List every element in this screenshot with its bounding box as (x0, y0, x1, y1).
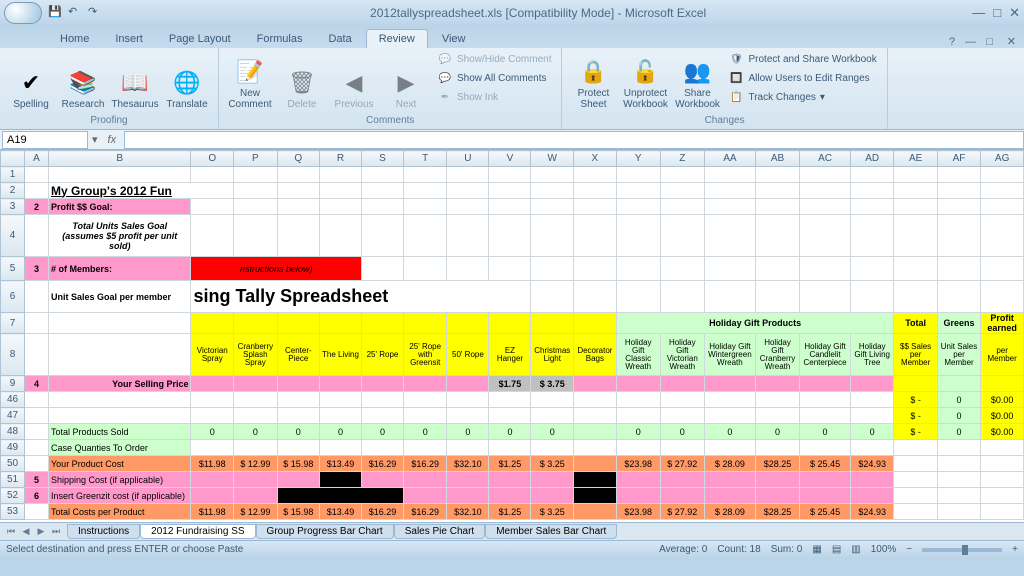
office-button[interactable] (4, 2, 42, 24)
sheet-tab-fundraising[interactable]: 2012 Fundraising SS (140, 524, 255, 539)
view-pagebreak-icon[interactable]: ▥ (851, 544, 860, 555)
spreadsheet-grid[interactable]: ABOPQRSTUVWXYZAAABACADAEAFAG12My Group's… (0, 150, 1024, 522)
shield-icon: 🛡 (728, 51, 744, 67)
status-average: Average: 0 (659, 544, 707, 555)
ink-icon: ✒ (437, 89, 453, 105)
group-label-proofing: Proofing (6, 114, 212, 127)
share-workbook-button[interactable]: 👥Share Workbook (672, 50, 722, 112)
group-label-changes: Changes (568, 114, 880, 127)
protect-share-button[interactable]: 🛡Protect and Share Workbook (724, 50, 880, 68)
ranges-icon: 🔲 (728, 70, 744, 86)
prev-sheet-button[interactable]: ◀ (19, 526, 33, 537)
ribbon-minimize-icon[interactable]: — (961, 36, 980, 48)
spelling-button[interactable]: ✔Spelling (6, 50, 56, 112)
research-button[interactable]: 📚Research (58, 50, 108, 112)
track-icon: 📋 (728, 89, 744, 105)
ribbon-tabs: Home Insert Page Layout Formulas Data Re… (0, 26, 1024, 48)
sheet-tab-group-progress[interactable]: Group Progress Bar Chart (256, 524, 394, 539)
next-sheet-button[interactable]: ▶ (34, 526, 48, 537)
group-label-comments: Comments (225, 114, 555, 127)
last-sheet-button[interactable]: ⏭ (49, 526, 63, 537)
show-all-comments-button[interactable]: 💬Show All Comments (433, 69, 555, 87)
tab-data[interactable]: Data (316, 30, 363, 48)
view-normal-icon[interactable]: ▦ (812, 544, 821, 555)
research-icon: 📚 (67, 67, 99, 99)
tab-page-layout[interactable]: Page Layout (157, 30, 243, 48)
sheet-tab-instructions[interactable]: Instructions (67, 524, 140, 539)
delete-comment-button[interactable]: 🗑Delete (277, 50, 327, 112)
allow-edit-ranges-button[interactable]: 🔲Allow Users to Edit Ranges (724, 69, 880, 87)
maximize-button[interactable]: □ (993, 5, 1001, 21)
sheet-tab-sales-pie[interactable]: Sales Pie Chart (394, 524, 485, 539)
status-sum: Sum: 0 (771, 544, 803, 555)
window-title: 2012tallyspreadsheet.xls [Compatibility … (104, 6, 972, 20)
translate-button[interactable]: 🌐Translate (162, 50, 212, 112)
translate-icon: 🌐 (171, 67, 203, 99)
tab-home[interactable]: Home (48, 30, 101, 48)
previous-icon: ◀ (338, 67, 370, 99)
name-box[interactable]: A19 (2, 131, 88, 149)
protect-sheet-icon: 🔒 (577, 56, 609, 88)
comment-icon: 💬 (437, 51, 453, 67)
show-ink-button[interactable]: ✒Show Ink (433, 88, 555, 106)
sheet-tab-bar: ⏮ ◀ ▶ ⏭ Instructions 2012 Fundraising SS… (0, 522, 1024, 540)
zoom-level[interactable]: 100% (871, 544, 897, 555)
tab-review[interactable]: Review (366, 29, 428, 48)
showhide-comment-button[interactable]: 💬Show/Hide Comment (433, 50, 555, 68)
new-comment-icon: 📝 (234, 56, 266, 88)
comments-icon: 💬 (437, 70, 453, 86)
unprotect-icon: 🔓 (629, 56, 661, 88)
tab-formulas[interactable]: Formulas (245, 30, 315, 48)
zoom-out-button[interactable]: − (906, 544, 912, 555)
formula-bar: A19 ▾ fx (0, 130, 1024, 150)
share-icon: 👥 (681, 56, 713, 88)
status-bar: Select destination and press ENTER or ch… (0, 540, 1024, 558)
sheet-tab-member-sales[interactable]: Member Sales Bar Chart (485, 524, 617, 539)
next-comment-button[interactable]: ▶Next (381, 50, 431, 112)
tab-view[interactable]: View (430, 30, 478, 48)
redo-icon[interactable]: ↷ (88, 5, 104, 21)
next-icon: ▶ (390, 67, 422, 99)
ribbon: ✔Spelling 📚Research 📖Thesaurus 🌐Translat… (0, 48, 1024, 130)
undo-icon[interactable]: ↶ (68, 5, 84, 21)
thesaurus-icon: 📖 (119, 67, 151, 99)
zoom-slider[interactable] (922, 548, 1002, 552)
delete-icon: 🗑 (286, 67, 318, 99)
view-layout-icon[interactable]: ▤ (832, 544, 841, 555)
namebox-dropdown-icon[interactable]: ▾ (90, 133, 100, 146)
first-sheet-button[interactable]: ⏮ (4, 526, 18, 537)
formula-input[interactable] (124, 131, 1024, 149)
fx-icon[interactable]: fx (100, 134, 125, 146)
close-button[interactable]: ✕ (1009, 5, 1020, 21)
spelling-icon: ✔ (15, 67, 47, 99)
previous-comment-button[interactable]: ◀Previous (329, 50, 379, 112)
save-icon[interactable]: 💾 (48, 5, 64, 21)
minimize-button[interactable]: — (972, 5, 985, 21)
track-changes-button[interactable]: 📋Track Changes ▾ (724, 88, 880, 106)
protect-sheet-button[interactable]: 🔒Protect Sheet (568, 50, 618, 112)
thesaurus-button[interactable]: 📖Thesaurus (110, 50, 160, 112)
tab-insert[interactable]: Insert (103, 30, 155, 48)
zoom-in-button[interactable]: + (1012, 544, 1018, 555)
status-message: Select destination and press ENTER or ch… (6, 544, 243, 555)
status-count: Count: 18 (717, 544, 760, 555)
unprotect-workbook-button[interactable]: 🔓Unprotect Workbook (620, 50, 670, 112)
new-comment-button[interactable]: 📝New Comment (225, 50, 275, 112)
ribbon-close-icon[interactable]: ✕ (999, 35, 1024, 48)
ribbon-restore-icon[interactable]: □ (982, 36, 997, 48)
help-icon[interactable]: ? (945, 36, 959, 48)
